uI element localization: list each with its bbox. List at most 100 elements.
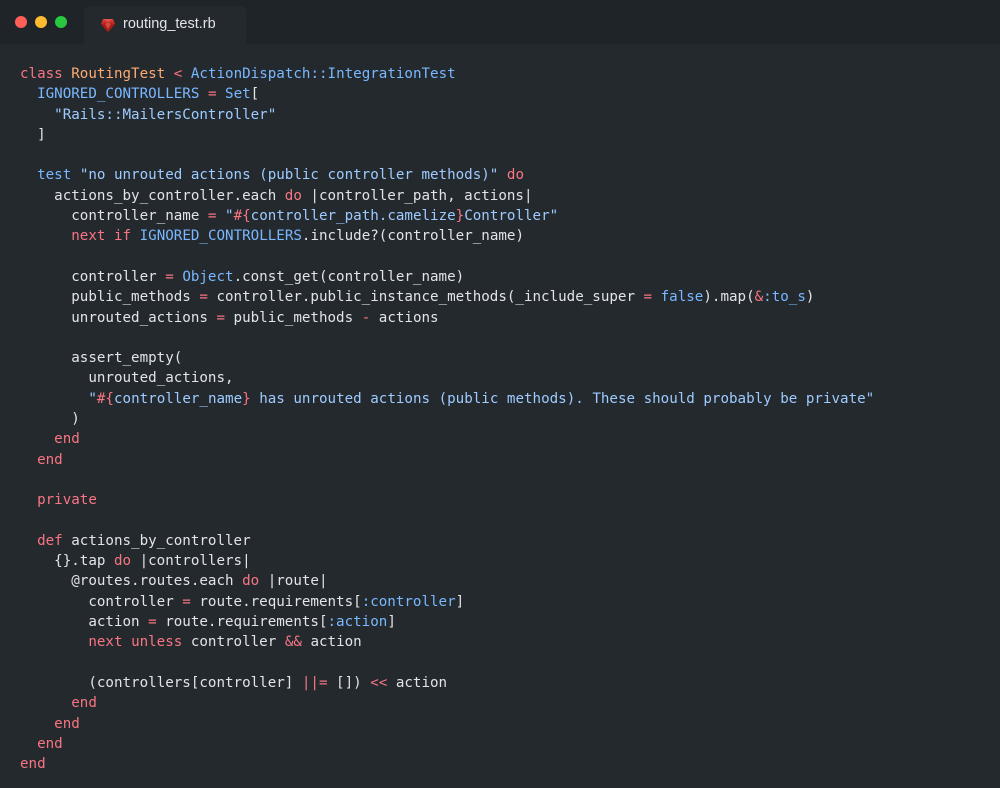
code-line: end xyxy=(20,714,874,734)
title-bar: routing_test.rb xyxy=(0,0,1000,44)
code-token: :to_s xyxy=(763,289,806,306)
code-token: end xyxy=(54,715,80,732)
code-token: } xyxy=(455,208,465,225)
code-token: controller_path.camelize xyxy=(250,208,456,225)
code-line: ) xyxy=(20,409,874,429)
editor-window: routing_test.rb class RoutingTest < Acti… xyxy=(0,0,1000,788)
code-token: IGNORED_CONTROLLERS xyxy=(37,86,200,103)
code-token: = xyxy=(643,289,653,306)
code-token: do xyxy=(506,167,524,184)
code-token: "Rails::MailersController" xyxy=(54,106,277,123)
code-token: ] xyxy=(20,126,46,143)
maximize-window-button[interactable] xyxy=(55,16,67,28)
code-line: def actions_by_controller xyxy=(20,531,874,551)
code-token: ] xyxy=(455,593,465,610)
code-token: unless xyxy=(131,634,183,651)
code-token: end xyxy=(20,756,46,773)
code-line: actions_by_controller.each do |controlle… xyxy=(20,186,874,206)
code-line: "Rails::MailersController" xyxy=(20,105,874,125)
code-token: Controller" xyxy=(464,208,559,225)
code-token: end xyxy=(37,735,63,752)
code-token: test xyxy=(37,167,72,184)
code-token: << xyxy=(370,674,388,691)
code-line: controller_name = "#{controller_path.cam… xyxy=(20,206,874,226)
code-editor[interactable]: class RoutingTest < ActionDispatch::Inte… xyxy=(20,64,874,774)
code-line: @routes.routes.each do |route| xyxy=(20,571,874,591)
code-token: :action xyxy=(327,614,388,631)
code-token: false xyxy=(660,289,704,306)
code-token: " xyxy=(225,208,234,225)
code-token: do xyxy=(242,573,260,590)
code-token: |route| xyxy=(259,573,328,590)
code-line: next unless controller && action xyxy=(20,632,874,652)
code-line: IGNORED_CONTROLLERS = Set[ xyxy=(20,84,874,104)
code-token: #{ xyxy=(233,208,251,225)
code-token: next xyxy=(88,634,123,651)
code-token: controller.public_instance_methods(_incl… xyxy=(207,289,644,306)
code-line: end xyxy=(20,734,874,754)
code-token: - xyxy=(361,309,371,326)
code-line: end xyxy=(20,693,874,713)
code-token: = xyxy=(165,268,174,285)
code-token: end xyxy=(54,431,80,448)
code-line: ] xyxy=(20,125,874,145)
code-line: end xyxy=(20,429,874,449)
ruby-file-icon xyxy=(101,19,115,32)
code-token: |controller_path, actions| xyxy=(301,187,533,204)
code-token: next xyxy=(71,228,106,245)
code-token: ] xyxy=(387,614,396,631)
close-window-button[interactable] xyxy=(15,16,27,28)
code-token: Object xyxy=(182,268,234,285)
code-token: actions xyxy=(370,309,439,326)
code-token: ) xyxy=(805,289,815,306)
code-token: action xyxy=(20,614,149,631)
code-token: = xyxy=(199,289,208,306)
code-token: ||= xyxy=(301,674,328,691)
code-token: controller xyxy=(20,593,183,610)
code-token: if xyxy=(113,228,132,245)
code-token: [ xyxy=(250,86,260,103)
code-token: |controllers| xyxy=(131,553,251,570)
code-token: public_methods xyxy=(225,309,362,326)
code-line: end xyxy=(20,754,874,774)
code-line: assert_empty( xyxy=(20,348,874,368)
code-token: unrouted_actions, xyxy=(20,370,234,387)
code-token: do xyxy=(284,187,302,204)
code-token: route.requirements[ xyxy=(156,614,328,631)
code-token: {}.tap xyxy=(20,553,114,570)
code-line: action = route.requirements[:action] xyxy=(20,612,874,632)
code-token: RoutingTest xyxy=(71,66,166,82)
minimize-window-button[interactable] xyxy=(35,16,47,28)
code-token: ActionDispatch::IntegrationTest xyxy=(190,66,456,82)
code-line: next if IGNORED_CONTROLLERS.include?(con… xyxy=(20,226,874,246)
code-token: action xyxy=(301,634,362,651)
code-line: (controllers[controller] ||= []) << acti… xyxy=(20,673,874,693)
code-token: route.requirements[ xyxy=(190,593,362,610)
code-token: end xyxy=(37,451,63,468)
tab-routing-test[interactable]: routing_test.rb xyxy=(84,6,246,44)
code-line: unrouted_actions = public_methods - acti… xyxy=(20,308,874,328)
code-token: end xyxy=(71,695,97,712)
code-token: && xyxy=(284,634,302,651)
code-token: class xyxy=(20,66,63,82)
code-token: ) xyxy=(20,411,80,428)
code-token: actions_by_controller.each xyxy=(20,187,285,204)
